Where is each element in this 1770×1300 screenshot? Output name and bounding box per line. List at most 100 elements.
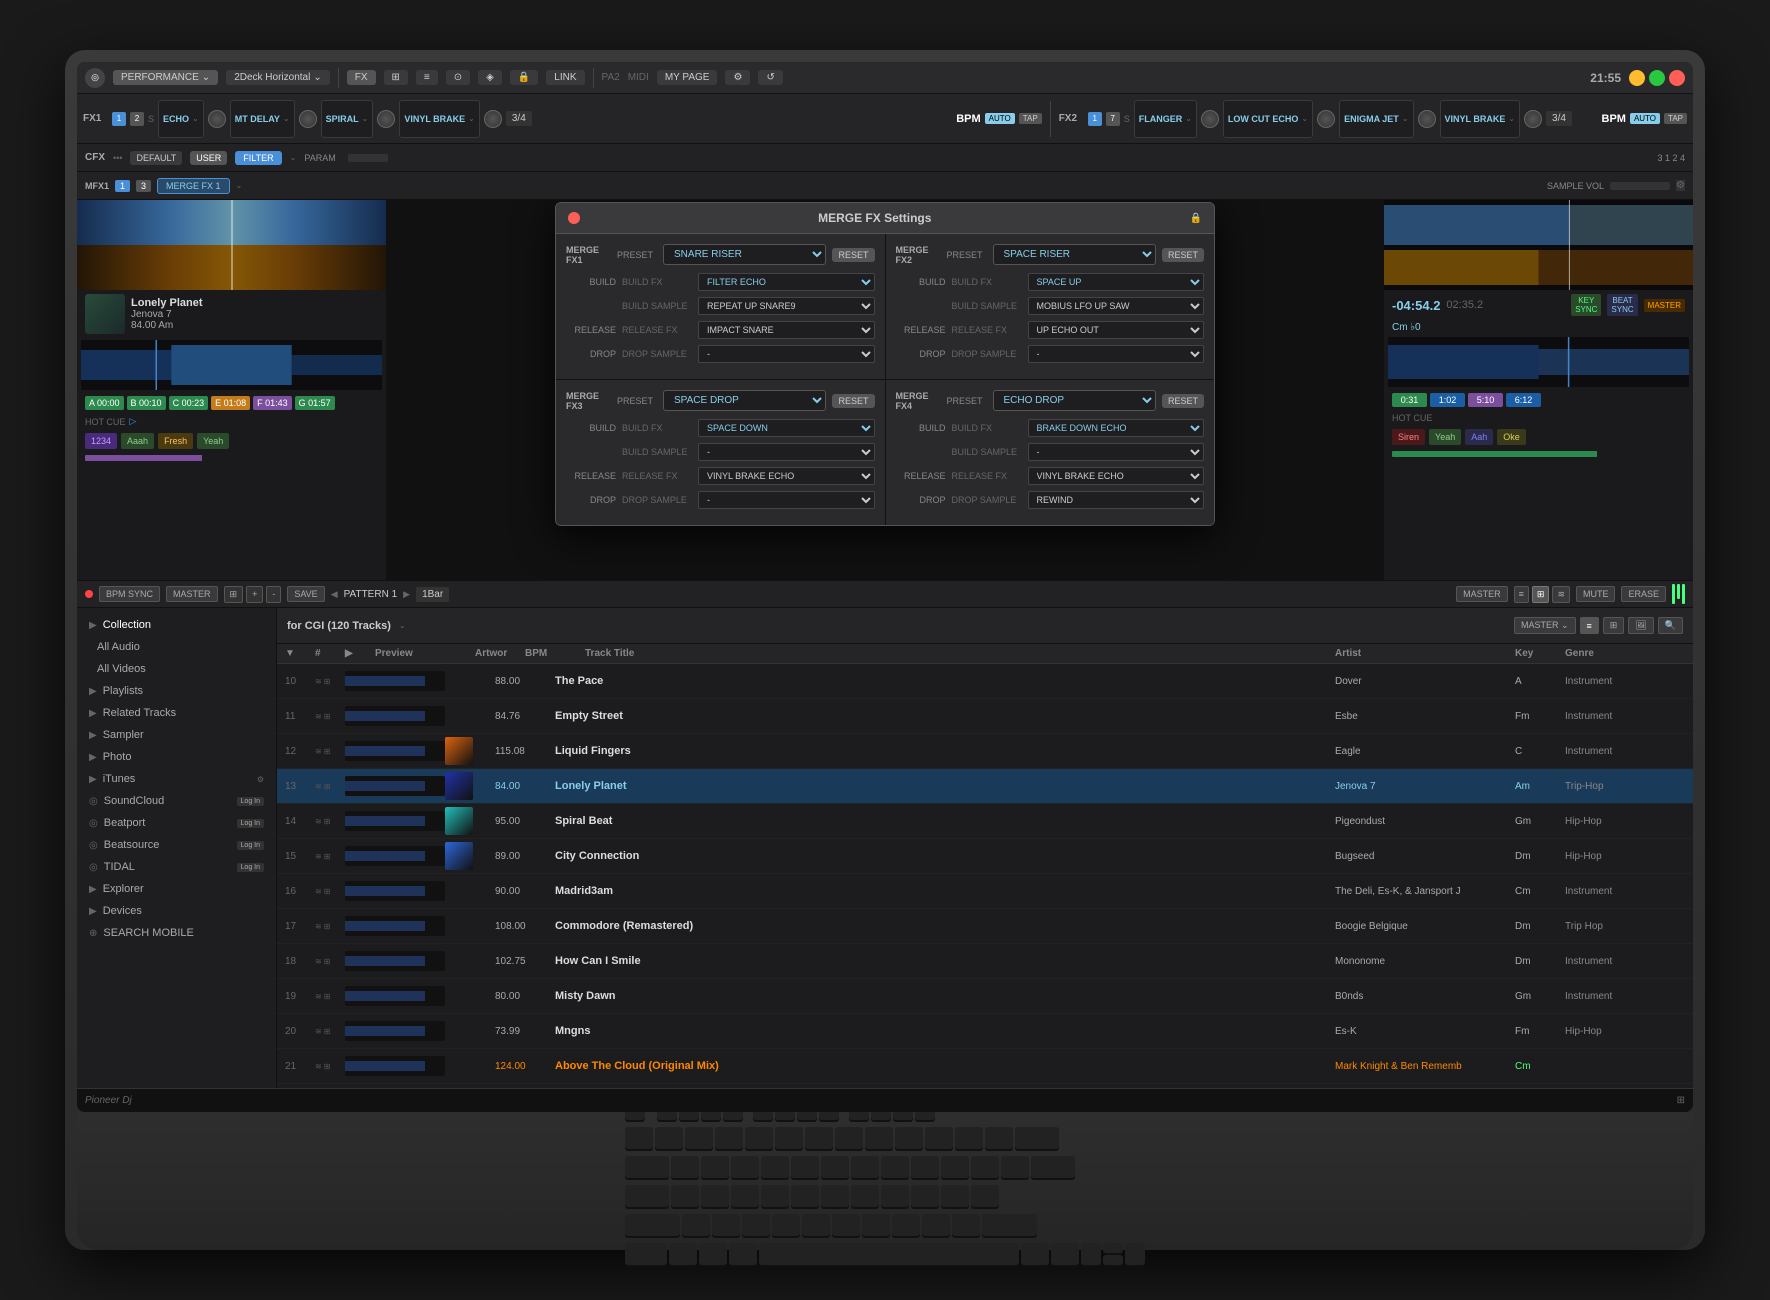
layout-button[interactable]: 2Deck Horizontal ⌄ — [226, 70, 330, 85]
master-pattern-button[interactable]: MASTER — [166, 586, 218, 602]
key-1[interactable] — [655, 1127, 683, 1149]
key-f[interactable] — [761, 1185, 789, 1207]
key-v[interactable] — [772, 1214, 800, 1236]
key-rcmd[interactable] — [1021, 1243, 1049, 1265]
key-lshift[interactable] — [625, 1214, 680, 1236]
prefs-button[interactable]: ⚙ — [725, 70, 750, 85]
col-header-key[interactable]: Key — [1515, 648, 1565, 659]
merge-fx2-drop-sample-select[interactable]: - — [1028, 345, 1205, 363]
merge-fx3-preset-select[interactable]: SPACE DROP — [663, 390, 826, 411]
lock-button[interactable]: 🔒 — [510, 70, 538, 85]
track-row[interactable]: 18 ≋ ⊞ 102.75 How Can I Smile Mononome D… — [277, 944, 1693, 979]
key-down[interactable] — [1103, 1255, 1123, 1265]
fx1-mtdelay-slot[interactable]: MT DELAY ⌄ — [230, 100, 295, 138]
track-row[interactable]: 14 ≋ ⊞ 95.00 Spiral Beat Pigeondust Gm H… — [277, 804, 1693, 839]
key-alt[interactable] — [699, 1243, 727, 1265]
cue-b[interactable]: B 00:10 — [127, 396, 166, 410]
key-b[interactable] — [802, 1214, 830, 1236]
col-header-preview[interactable]: Preview — [375, 648, 475, 659]
rcue-3[interactable]: 5:10 — [1468, 393, 1503, 407]
rpad-aah[interactable]: Aah — [1465, 429, 1493, 445]
merge-fx1-reset-button[interactable]: RESET — [832, 248, 874, 262]
key-e[interactable] — [731, 1156, 759, 1178]
merge-fx3-drop-sample-select[interactable]: - — [698, 491, 875, 509]
key-slash[interactable] — [952, 1214, 980, 1236]
track-row[interactable]: 16 ≋ ⊞ 90.00 Madrid3am The Deli, Es-K, &… — [277, 874, 1693, 909]
merge-fx3-build-sample-select[interactable]: - — [698, 443, 875, 461]
key-ctrl[interactable] — [669, 1243, 697, 1265]
key-fn[interactable] — [625, 1243, 667, 1265]
sidebar-item-beatport[interactable]: ◎ Beatport Log In — [77, 812, 276, 834]
key-7[interactable] — [835, 1127, 863, 1149]
merge-fx1-build-sample-select[interactable]: REPEAT UP SNARE9 — [698, 297, 875, 315]
pad-fresh[interactable]: Fresh — [158, 433, 193, 449]
merge-fx3-build-fx-select[interactable]: SPACE DOWN — [698, 419, 875, 437]
col-header-filter[interactable]: ▼ — [285, 648, 315, 659]
key-tilde[interactable] — [625, 1127, 653, 1149]
sidebar-item-searchmobile[interactable]: ⊕ SEARCH MOBILE — [77, 922, 276, 944]
sidebar-item-allvideos[interactable]: All Videos — [77, 658, 276, 680]
fx2-auto-button[interactable]: AUTO — [1630, 113, 1660, 124]
key-cmd[interactable] — [729, 1243, 757, 1265]
sidebar-item-relatedtracks[interactable]: ▶ Related Tracks — [77, 702, 276, 724]
key-p[interactable] — [941, 1156, 969, 1178]
beatsource-login[interactable]: Log In — [237, 841, 264, 850]
maximize-button[interactable] — [1649, 70, 1665, 86]
rcue-2[interactable]: 1:02 — [1430, 393, 1465, 407]
track-row[interactable]: 19 ≋ ⊞ 80.00 Misty Dawn B0nds Gm Instrum… — [277, 979, 1693, 1014]
cue-c[interactable]: C 00:23 — [169, 396, 209, 410]
key-quote[interactable] — [971, 1185, 999, 1207]
cfx-user-button[interactable]: USER — [190, 151, 227, 165]
cue-g[interactable]: G 01:57 — [295, 396, 335, 410]
key-sync-button[interactable]: KEYSYNC — [1571, 294, 1601, 316]
key-q[interactable] — [671, 1156, 699, 1178]
merge-fx4-preset-select[interactable]: ECHO DROP — [993, 390, 1156, 411]
sidebar-item-tidal[interactable]: ◎ TIDAL Log In — [77, 856, 276, 878]
key-8[interactable] — [865, 1127, 893, 1149]
cfx-filter-button[interactable]: FILTER — [235, 151, 281, 165]
key-backspace[interactable] — [1015, 1127, 1059, 1149]
beatport-login[interactable]: Log In — [237, 819, 264, 828]
key-4[interactable] — [745, 1127, 773, 1149]
cue-e[interactable]: E 01:08 — [211, 396, 250, 410]
key-i[interactable] — [881, 1156, 909, 1178]
key-o[interactable] — [911, 1156, 939, 1178]
key-x[interactable] — [712, 1214, 740, 1236]
col-header-artwork[interactable]: Artwor — [475, 648, 525, 659]
rcue-4[interactable]: 6:12 — [1506, 393, 1541, 407]
cue-f[interactable]: F 01:43 — [253, 396, 292, 410]
key-tab[interactable] — [625, 1156, 669, 1178]
link-button[interactable]: LINK — [546, 70, 584, 85]
key-a[interactable] — [671, 1185, 699, 1207]
performance-mode-button[interactable]: PERFORMANCE ⌄ — [113, 70, 218, 85]
rpad-siren[interactable]: Siren — [1392, 429, 1425, 445]
key-z[interactable] — [682, 1214, 710, 1236]
merge-fx2-release-fx-select[interactable]: UP ECHO OUT — [1028, 321, 1205, 339]
track-row[interactable]: 11 ≋ ⊞ 84.76 Empty Street Esbe Fm Instru… — [277, 699, 1693, 734]
refresh-button[interactable]: ↺ — [758, 70, 782, 85]
sidebar-item-explorer[interactable]: ▶ Explorer — [77, 878, 276, 900]
fx1-vinylbrake-slot[interactable]: VINYL BRAKE ⌄ — [399, 100, 480, 138]
key-c[interactable] — [742, 1214, 770, 1236]
merge-fx2-preset-select[interactable]: SPACE RISER — [993, 244, 1156, 265]
merge-fx4-build-sample-select[interactable]: - — [1028, 443, 1205, 461]
fx2-enigmajet-slot[interactable]: ENIGMA JET ⌄ — [1339, 100, 1413, 138]
fx2-flanger-knob[interactable] — [1201, 110, 1219, 128]
master-ctrl-btn[interactable]: MASTER ⌄ — [1514, 617, 1576, 634]
beat-sync-button[interactable]: BEATSYNC — [1607, 294, 1637, 316]
fx-button[interactable]: FX — [347, 70, 376, 85]
track-row[interactable]: 21 ≋ ⊞ 124.00 Above The Cloud (Original … — [277, 1049, 1693, 1084]
key-n[interactable] — [832, 1214, 860, 1236]
master-sync-button[interactable]: MASTER — [1644, 299, 1685, 312]
key-return[interactable] — [1031, 1156, 1075, 1178]
merge-fx3-release-fx-select[interactable]: VINYL BRAKE ECHO — [698, 467, 875, 485]
key-semicolon[interactable] — [941, 1185, 969, 1207]
pad-aaah[interactable]: Aaah — [121, 433, 154, 449]
key-equals[interactable] — [985, 1127, 1013, 1149]
sidebar-item-collection[interactable]: ▶ Collection — [77, 614, 276, 636]
merge-fx1-build-fx-select[interactable]: FILTER ECHO — [698, 273, 875, 291]
fx2-lowcutecho-knob[interactable] — [1317, 110, 1335, 128]
fx1-spiral-knob[interactable] — [377, 110, 395, 128]
fx1-auto-button[interactable]: AUTO — [985, 113, 1015, 124]
minus-button[interactable]: - — [266, 586, 281, 603]
